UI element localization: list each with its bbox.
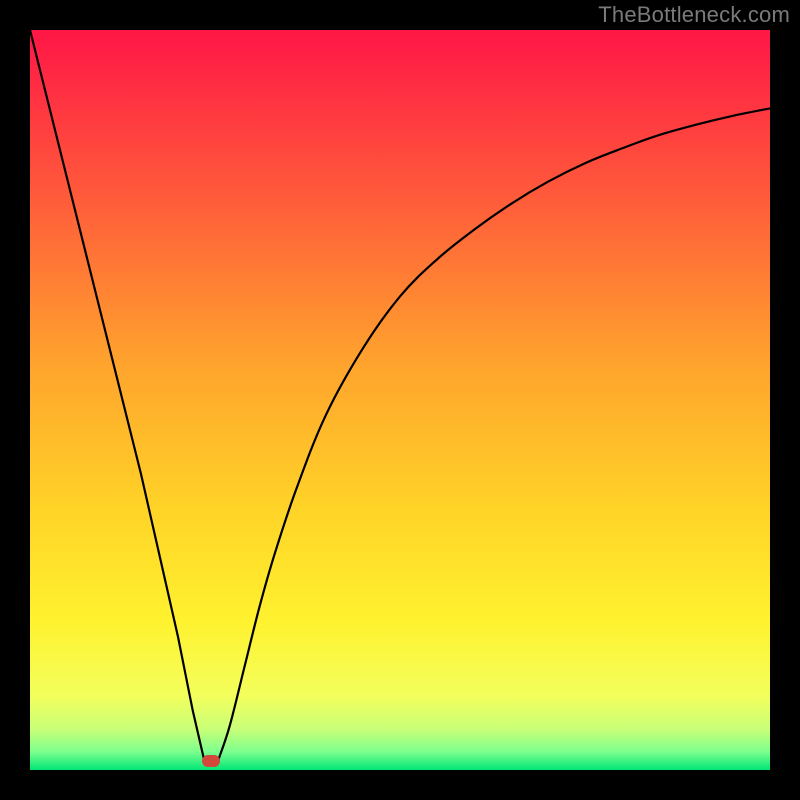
chart-frame: TheBottleneck.com [0,0,800,800]
chart-svg [30,30,770,770]
gradient-rect [30,30,770,770]
watermark-text: TheBottleneck.com [598,2,790,28]
plot-area [30,30,770,770]
bottleneck-marker [202,755,220,767]
